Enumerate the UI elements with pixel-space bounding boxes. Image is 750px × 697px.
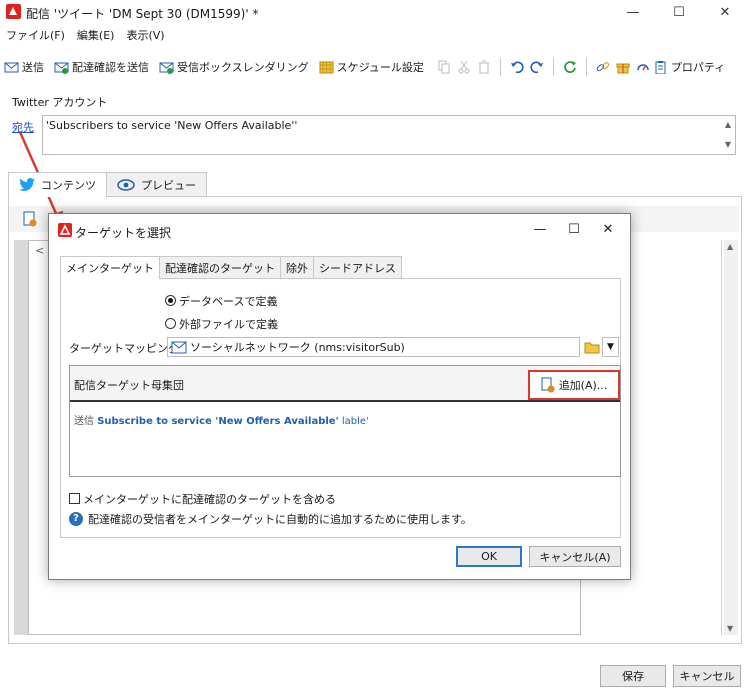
include-proof-checkbox[interactable]: メインターゲットに配達確認のターゲットを含める <box>69 491 336 507</box>
tab-exclusion[interactable]: 除外 <box>280 256 314 278</box>
checkbox[interactable] <box>69 493 80 504</box>
tab-seed-address[interactable]: シードアドレス <box>313 256 402 278</box>
app-logo-icon <box>58 223 72 237</box>
folder-icon[interactable] <box>584 341 600 354</box>
dialog-title: ターゲットを選択 <box>75 226 172 240</box>
help-row: ? 配達確認の受信者をメインターゲットに自動的に追加するために使用します。 <box>69 511 472 527</box>
twitter-bird-icon <box>19 178 35 191</box>
population-header: 配信ターゲット母集団 追加(A)... <box>70 366 620 402</box>
dialog-tabs: メインターゲット 配達確認のターゲット 除外 シードアドレス <box>60 256 402 279</box>
select-target-dialog: ターゲットを選択 — ☐ ✕ メインターゲット 配達確認のターゲット 除外 シー… <box>48 213 631 580</box>
dialog-minimize-button[interactable]: — <box>525 218 555 240</box>
envelope-icon <box>171 341 187 353</box>
dialog-maximize-button[interactable]: ☐ <box>559 218 589 240</box>
add-button[interactable]: 追加(A)... <box>528 370 620 400</box>
radio-database[interactable]: データベースで定義 <box>165 293 277 309</box>
population-condition[interactable]: 送信 Subscribe to service 'New Offers Avai… <box>74 412 369 427</box>
tab-main-target[interactable]: メインターゲット <box>60 256 160 279</box>
main-target-panel: データベースで定義 外部ファイルで定義 ターゲットマッピング: ソーシャルネット… <box>60 278 621 538</box>
radio-button-selected[interactable] <box>165 295 176 306</box>
target-population-box: 配信ターゲット母集団 追加(A)... 送信 Subscribe to serv… <box>69 365 621 477</box>
tab-content[interactable]: コンテンツ <box>8 171 107 197</box>
mapping-label: ターゲットマッピング: <box>69 342 183 355</box>
dialog-close-button[interactable]: ✕ <box>593 218 623 240</box>
tab-proof-target[interactable]: 配達確認のターゲット <box>159 256 281 278</box>
target-mapping-field[interactable]: ソーシャルネットワーク (nms:visitorSub) <box>167 337 580 357</box>
radio-external-file[interactable]: 外部ファイルで定義 <box>165 316 278 332</box>
ok-button[interactable]: OK <box>456 546 522 567</box>
add-filter-icon <box>541 377 555 393</box>
radio-button[interactable] <box>165 318 176 329</box>
dialog-cancel-button[interactable]: キャンセル(A) <box>529 546 621 567</box>
chevron-down-icon[interactable]: ▼ <box>602 337 619 357</box>
population-label: 配信ターゲット母集団 <box>74 379 184 392</box>
help-icon: ? <box>69 512 83 526</box>
